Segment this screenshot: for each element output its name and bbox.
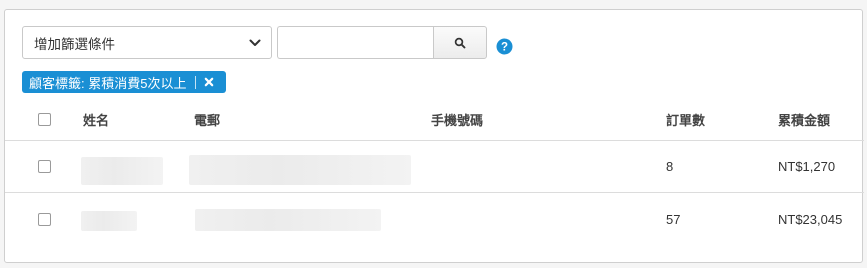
row-select-cell bbox=[38, 141, 51, 192]
add-filter-label: 增加篩選條件 bbox=[34, 36, 115, 52]
redacted-name bbox=[81, 211, 137, 231]
remove-filter-button[interactable] bbox=[204, 71, 226, 93]
close-icon bbox=[205, 77, 214, 87]
search-input[interactable] bbox=[277, 26, 433, 59]
active-filter-tag: 顧客標籤: 累積消費5次以上 bbox=[22, 71, 227, 93]
column-header-email[interactable]: 電郵 bbox=[194, 98, 220, 140]
add-filter-select[interactable]: 增加篩選條件 bbox=[22, 26, 272, 59]
column-header-total[interactable]: 累積金額 bbox=[778, 98, 830, 140]
row-select-cell bbox=[38, 193, 51, 245]
search-button[interactable] bbox=[433, 26, 487, 59]
table-row[interactable]: 57 NT$23,045 bbox=[5, 193, 864, 245]
order-count: 57 bbox=[666, 211, 681, 227]
row-checkbox[interactable] bbox=[38, 160, 51, 173]
column-header-orders[interactable]: 訂單數 bbox=[666, 98, 705, 140]
search-group bbox=[277, 26, 487, 59]
select-all-cell bbox=[38, 98, 51, 140]
svg-text:?: ? bbox=[501, 42, 508, 54]
chevron-down-icon bbox=[249, 39, 261, 46]
column-header-mobile[interactable]: 手機號碼 bbox=[431, 98, 483, 140]
customer-table: 姓名 電郵 手機號碼 訂單數 累積金額 8 NT$1,270 57 NT$23,… bbox=[5, 98, 864, 245]
order-count: 8 bbox=[666, 159, 674, 174]
redacted-email bbox=[195, 209, 381, 231]
redacted-name bbox=[81, 157, 163, 185]
search-icon bbox=[454, 37, 466, 48]
table-header-row: 姓名 電郵 手機號碼 訂單數 累積金額 bbox=[5, 98, 864, 141]
customer-list-panel: 增加篩選條件 ? 顧客標籤: 累積消費5次以上 姓名 電郵 手機號碼 訂單數 累… bbox=[4, 9, 864, 263]
total-amount: NT$1,270 bbox=[778, 159, 836, 174]
total-amount: NT$23,045 bbox=[778, 211, 843, 227]
table-row[interactable]: 8 NT$1,270 bbox=[5, 141, 864, 193]
active-filter-label: 顧客標籤: 累積消費5次以上 bbox=[29, 75, 187, 91]
select-all-checkbox[interactable] bbox=[38, 112, 51, 126]
row-checkbox[interactable] bbox=[38, 212, 51, 226]
redacted-email bbox=[189, 155, 411, 185]
help-icon[interactable]: ? bbox=[496, 38, 513, 55]
column-header-name[interactable]: 姓名 bbox=[83, 98, 109, 140]
tag-divider bbox=[195, 75, 197, 89]
